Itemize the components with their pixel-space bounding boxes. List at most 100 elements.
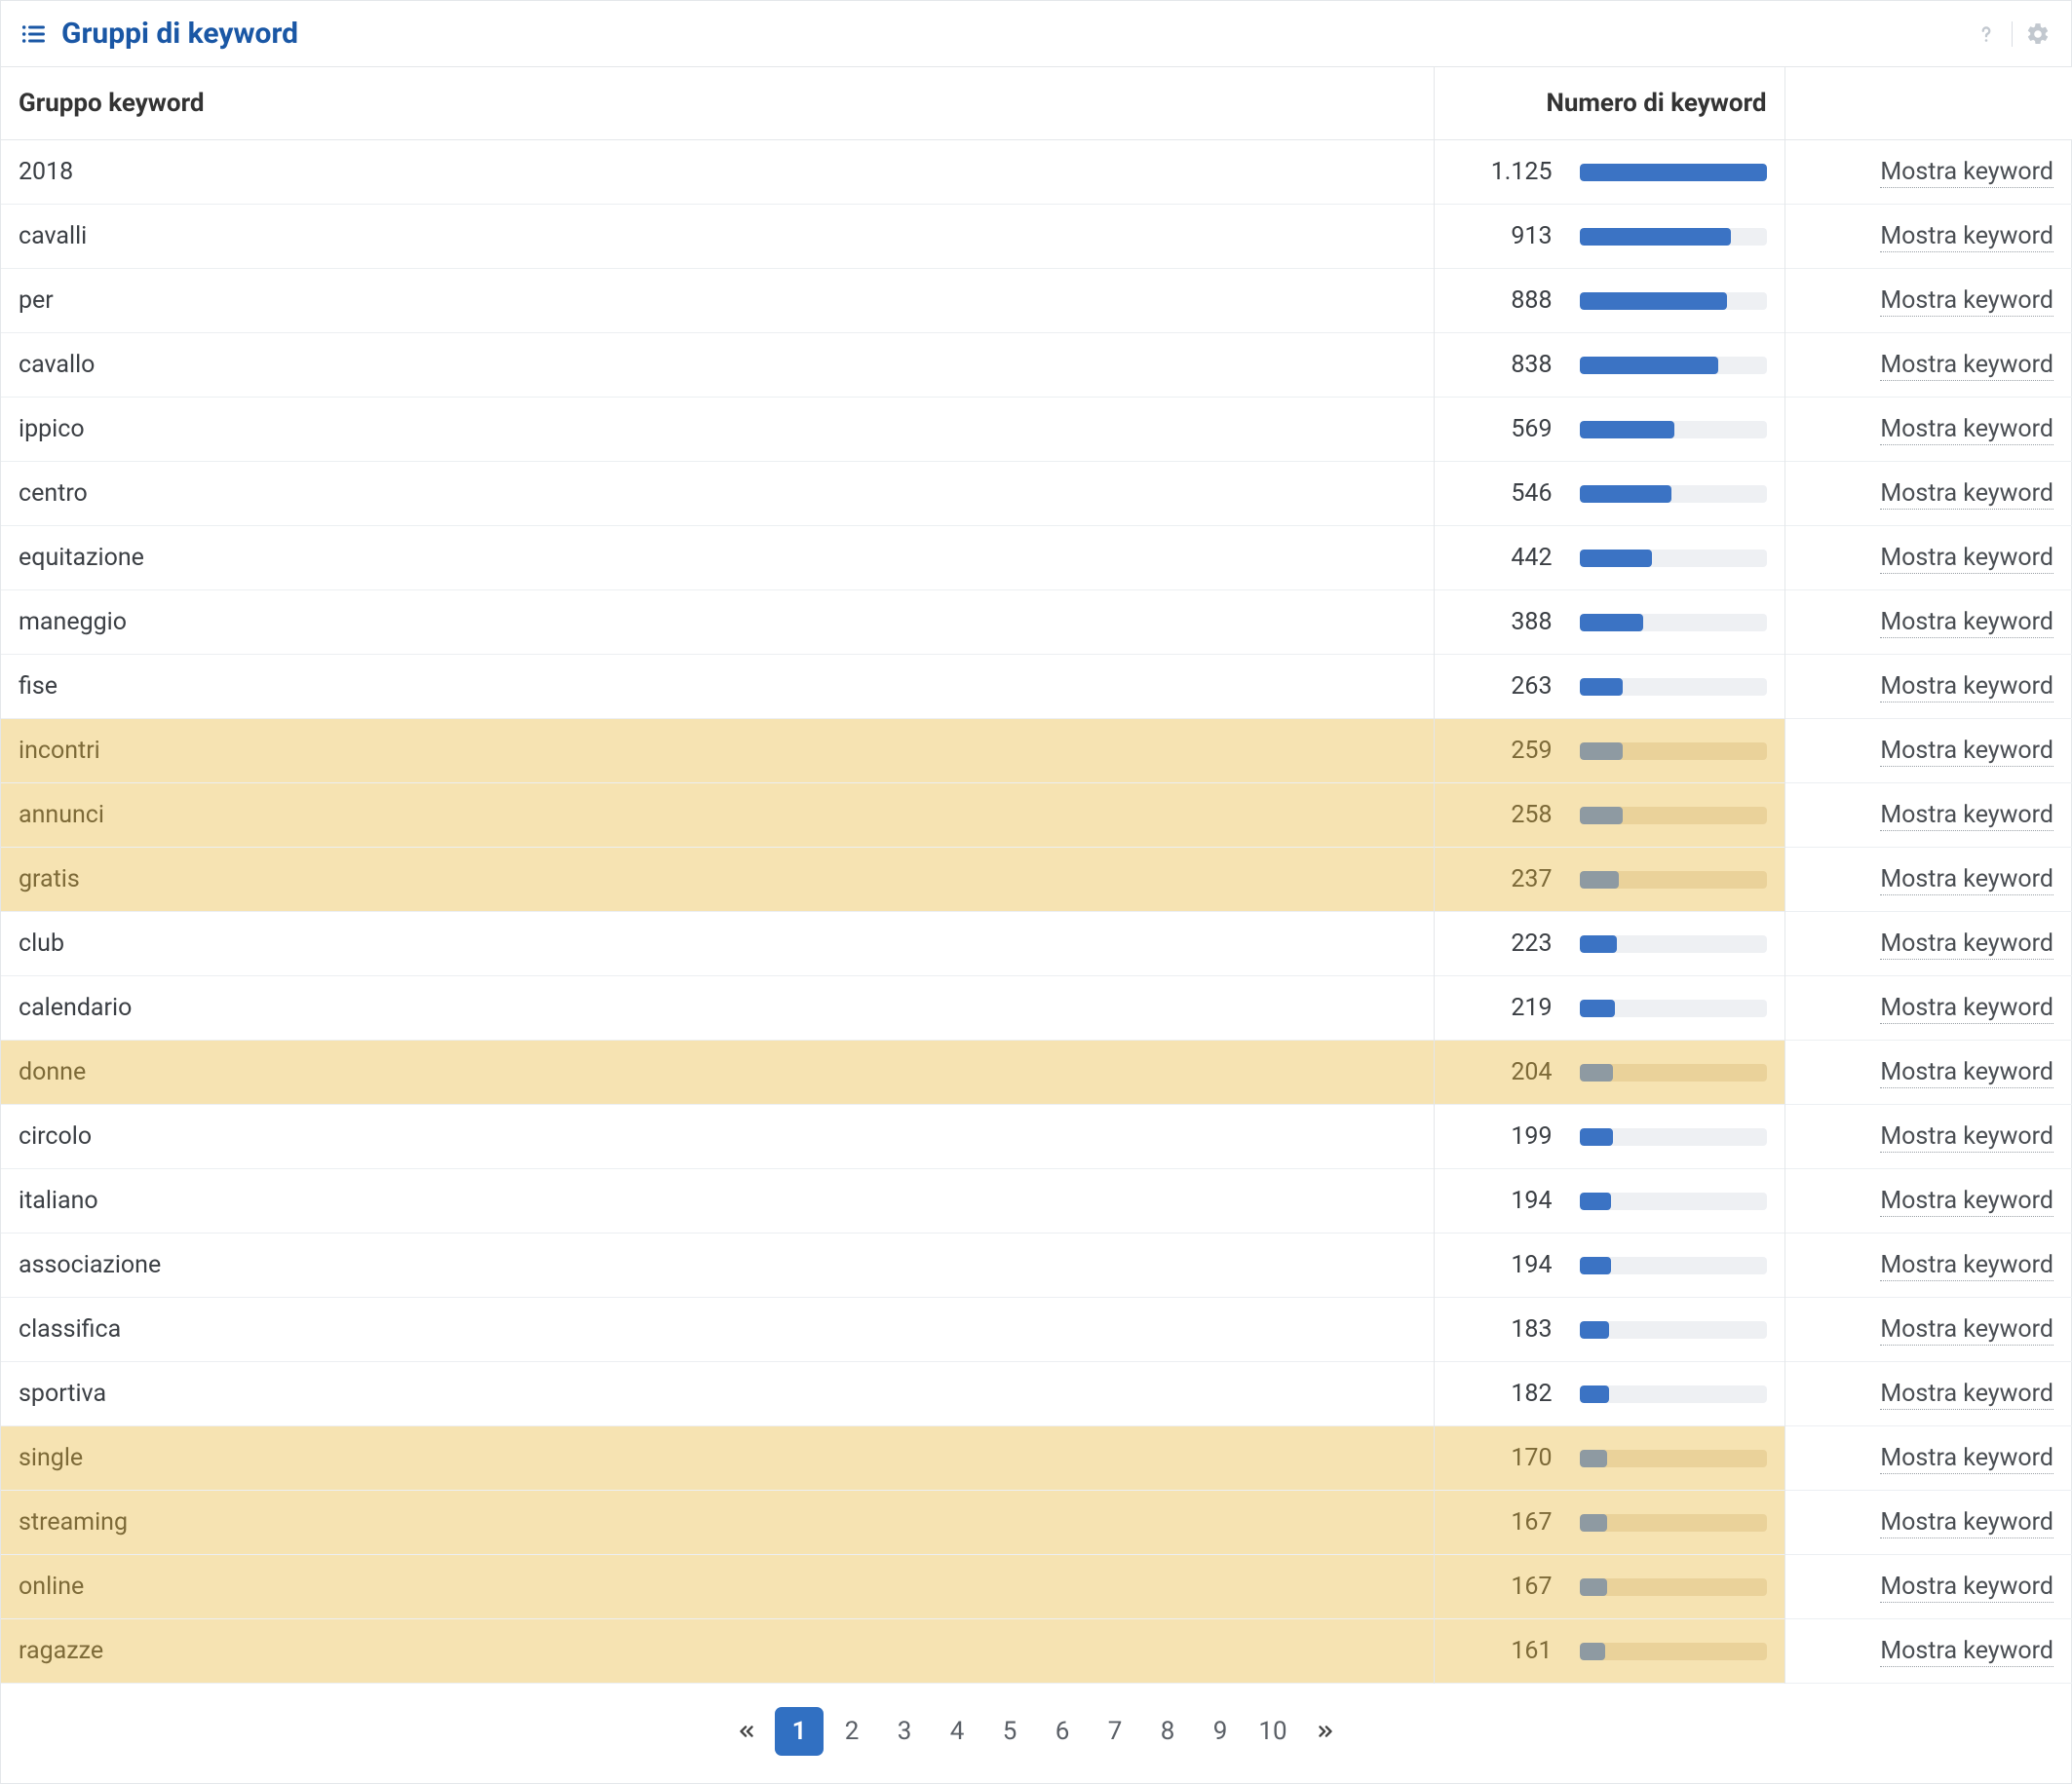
action-cell: Mostra keyword [1784,140,2072,205]
keyword-count-value: 888 [1475,286,1553,315]
show-keywords-link[interactable]: Mostra keyword [1880,1380,2053,1410]
page-button[interactable]: 6 [1038,1707,1087,1756]
page-last-button[interactable] [1301,1707,1350,1756]
page-button[interactable]: 3 [880,1707,929,1756]
keyword-count-value: 194 [1475,1251,1553,1279]
keyword-count-cell: 838 [1434,333,1784,398]
table-row: centro546Mostra keyword [1,462,2072,526]
page-button[interactable]: 7 [1091,1707,1139,1756]
keyword-count-bar [1580,1193,1767,1210]
keyword-group-name: donne [1,1041,1434,1105]
show-keywords-link[interactable]: Mostra keyword [1880,286,2053,317]
table-row: donne 204 Mostra keyword [1,1041,2072,1105]
keyword-group-name: associazione [1,1234,1434,1298]
keyword-count-cell: 167 [1434,1491,1784,1555]
page-button[interactable]: 8 [1143,1707,1192,1756]
keyword-count-cell: 442 [1434,526,1784,590]
action-cell: Mostra keyword [1784,1234,2072,1298]
show-keywords-link[interactable]: Mostra keyword [1880,1573,2053,1603]
page-button[interactable]: 4 [933,1707,981,1756]
table-row: cavalli913Mostra keyword [1,205,2072,269]
show-keywords-link[interactable]: Mostra keyword [1880,222,2053,252]
panel-title: Gruppi di keyword [61,17,298,51]
show-keywords-link[interactable]: Mostra keyword [1880,672,2053,702]
keyword-count-cell: 888 [1434,269,1784,333]
keyword-group-name: streaming [1,1491,1434,1555]
keyword-count-value: 388 [1475,608,1553,636]
table-row: online167Mostra keyword [1,1555,2072,1619]
table-row: classifica183Mostra keyword [1,1298,2072,1362]
keyword-count-cell: 546 [1434,462,1784,526]
action-cell: Mostra keyword [1784,1105,2072,1169]
table-row: gratis237Mostra keyword [1,848,2072,912]
keyword-count-bar [1580,1128,1767,1146]
table-row: calendario219 Mostra keyword [1,976,2072,1041]
keyword-group-name: 2018 [1,140,1434,205]
show-keywords-link[interactable]: Mostra keyword [1880,479,2053,510]
show-keywords-link[interactable]: Mostra keyword [1880,1444,2053,1474]
keyword-count-value: 182 [1475,1380,1553,1408]
action-cell: Mostra keyword [1784,1041,2072,1105]
keyword-group-name: italiano [1,1169,1434,1234]
keyword-count-bar [1580,1000,1767,1017]
keyword-count-value: 161 [1475,1637,1553,1665]
show-keywords-link[interactable]: Mostra keyword [1880,351,2053,381]
page-button[interactable]: 1 [775,1707,824,1756]
keyword-group-name: fise [1,655,1434,719]
show-keywords-link[interactable]: Mostra keyword [1880,158,2053,188]
table-row: italiano194Mostra keyword [1,1169,2072,1234]
show-keywords-link[interactable]: Mostra keyword [1880,1637,2053,1667]
keyword-count-bar [1580,357,1767,374]
show-keywords-link[interactable]: Mostra keyword [1880,1187,2053,1217]
keyword-count-bar [1580,742,1767,760]
keyword-group-name: calendario [1,976,1434,1041]
show-keywords-link[interactable]: Mostra keyword [1880,1508,2053,1538]
page-button[interactable]: 10 [1248,1707,1297,1756]
show-keywords-link[interactable]: Mostra keyword [1880,1315,2053,1346]
keyword-group-name: sportiva [1,1362,1434,1426]
panel-header: Gruppi di keyword [1,1,2071,67]
keyword-count-bar [1580,1064,1767,1082]
action-cell: Mostra keyword [1784,333,2072,398]
show-keywords-link[interactable]: Mostra keyword [1880,1251,2053,1281]
show-keywords-link[interactable]: Mostra keyword [1880,865,2053,895]
show-keywords-link[interactable]: Mostra keyword [1880,994,2053,1024]
show-keywords-link[interactable]: Mostra keyword [1880,801,2053,831]
keyword-group-name: incontri [1,719,1434,783]
gear-icon[interactable] [2022,19,2053,50]
action-cell: Mostra keyword [1784,1491,2072,1555]
action-cell: Mostra keyword [1784,719,2072,783]
keyword-count-value: 204 [1475,1058,1553,1086]
keyword-count-bar [1580,1578,1767,1596]
show-keywords-link[interactable]: Mostra keyword [1880,930,2053,960]
keyword-count-value: 569 [1475,415,1553,443]
keyword-count-cell: 194 [1434,1234,1784,1298]
keyword-count-value: 199 [1475,1122,1553,1151]
keyword-count-cell: 219 [1434,976,1784,1041]
show-keywords-link[interactable]: Mostra keyword [1880,737,2053,767]
page-first-button[interactable] [722,1707,771,1756]
action-cell: Mostra keyword [1784,848,2072,912]
col-header-group[interactable]: Gruppo keyword [1,67,1434,140]
col-header-count[interactable]: Numero di keyword [1434,67,1784,140]
keyword-count-cell: 569 [1434,398,1784,462]
help-icon[interactable] [1971,19,2002,50]
show-keywords-link[interactable]: Mostra keyword [1880,1122,2053,1153]
keyword-count-bar [1580,1643,1767,1660]
page-button[interactable]: 2 [827,1707,876,1756]
keyword-count-cell: 183 [1434,1298,1784,1362]
table-row: 20181.125Mostra keyword [1,140,2072,205]
show-keywords-link[interactable]: Mostra keyword [1880,1058,2053,1088]
col-header-action [1784,67,2072,140]
keyword-count-bar [1580,164,1767,181]
page-button[interactable]: 5 [985,1707,1034,1756]
table-header-row: Gruppo keyword Numero di keyword [1,67,2072,140]
keyword-group-name: ragazze [1,1619,1434,1684]
page-button[interactable]: 9 [1196,1707,1245,1756]
show-keywords-link[interactable]: Mostra keyword [1880,415,2053,445]
keyword-group-name: annunci [1,783,1434,848]
show-keywords-link[interactable]: Mostra keyword [1880,608,2053,638]
keyword-count-bar [1580,614,1767,631]
table-row: incontri259Mostra keyword [1,719,2072,783]
show-keywords-link[interactable]: Mostra keyword [1880,544,2053,574]
